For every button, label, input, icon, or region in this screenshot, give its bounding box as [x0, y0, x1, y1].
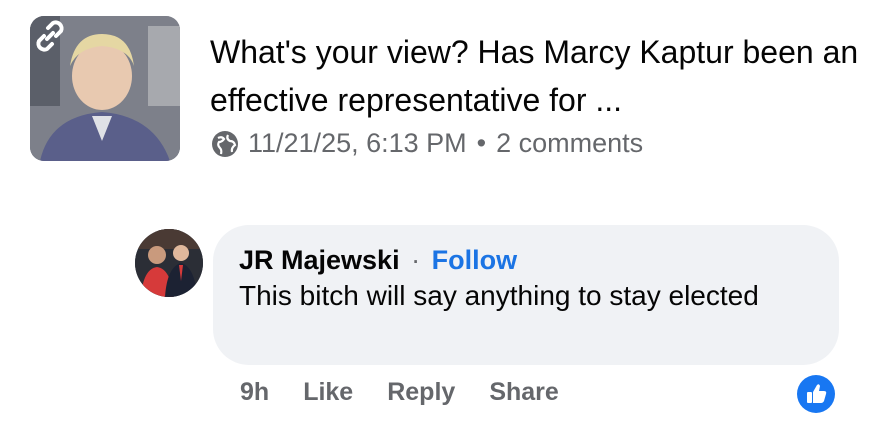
- share-button[interactable]: Share: [489, 378, 558, 407]
- link-icon: [36, 20, 64, 52]
- author-separator: ·: [411, 245, 421, 275]
- comment-author-name[interactable]: JR Majewski: [239, 245, 400, 275]
- post-thumbnail[interactable]: [30, 16, 180, 161]
- comment-actions: 9h Like Reply Share: [240, 378, 593, 407]
- comment-author-line: JR Majewski · Follow: [239, 245, 517, 276]
- comments-count-link[interactable]: 2 comments: [496, 128, 643, 159]
- follow-button[interactable]: Follow: [432, 245, 517, 275]
- post-timestamp[interactable]: 11/21/25, 6:13 PM: [248, 128, 467, 159]
- like-reaction-badge[interactable]: [797, 375, 835, 413]
- comment-text: This bitch will say anything to stay ele…: [239, 280, 759, 311]
- commenter-avatar[interactable]: [135, 229, 203, 297]
- reply-button[interactable]: Reply: [387, 378, 455, 407]
- like-button[interactable]: Like: [303, 378, 353, 407]
- comment-bubble: JR Majewski · Follow This bitch will say…: [213, 225, 839, 365]
- post-meta: 11/21/25, 6:13 PM • 2 comments: [210, 128, 643, 159]
- post-title[interactable]: What's your view? Has Marcy Kaptur been …: [210, 28, 860, 124]
- post-header[interactable]: What's your view? Has Marcy Kaptur been …: [30, 16, 870, 166]
- avatar-image: [135, 229, 203, 297]
- globe-icon: [212, 130, 238, 157]
- thumbs-up-icon: [807, 384, 827, 403]
- comment-time[interactable]: 9h: [240, 378, 269, 407]
- meta-separator: •: [476, 128, 487, 158]
